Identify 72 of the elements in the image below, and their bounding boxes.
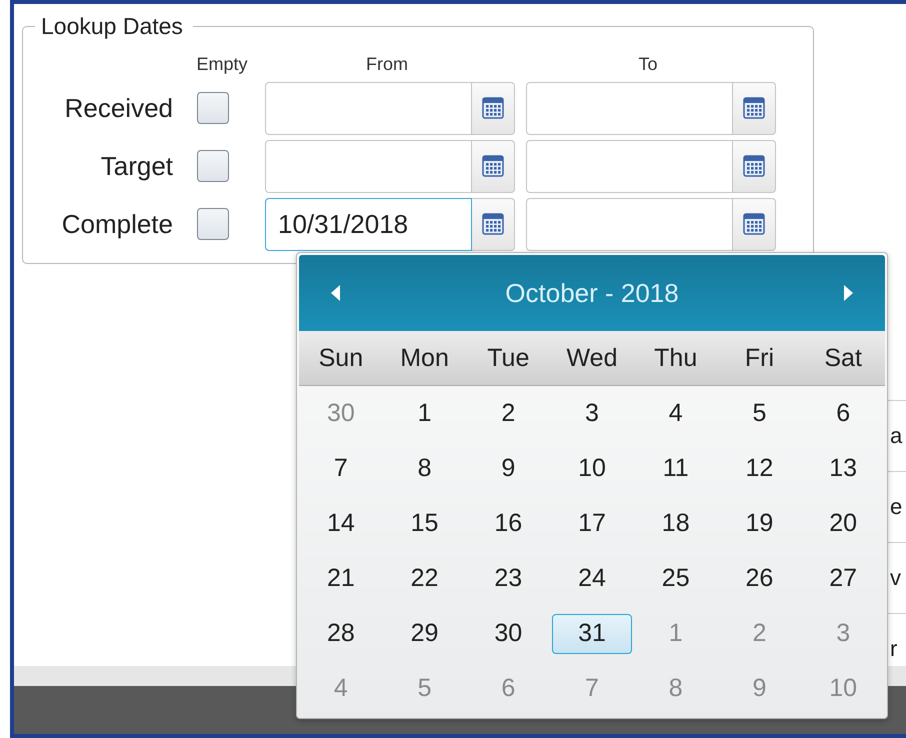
calendar-day[interactable]: 11 <box>636 448 716 488</box>
table-cell-text: v <box>889 565 901 591</box>
left-triangle-icon <box>331 285 340 301</box>
calendar-button[interactable] <box>733 198 776 250</box>
calendar-icon <box>743 97 765 119</box>
checkbox[interactable] <box>197 208 229 240</box>
month-title: October - 2018 <box>505 278 679 308</box>
column-header: From <box>365 54 409 74</box>
calendar-day[interactable]: 24 <box>552 558 632 598</box>
calendar-icon <box>482 155 504 177</box>
calendar-day[interactable]: 3 <box>552 394 632 434</box>
calendar-day[interactable]: 6 <box>803 394 884 434</box>
table-cell-text: e <box>889 494 902 520</box>
calendar-day[interactable]: 21 <box>300 558 381 598</box>
calendar-day[interactable]: 12 <box>719 448 800 488</box>
calendar-button[interactable] <box>733 82 776 134</box>
calendar-day[interactable]: 25 <box>636 558 716 598</box>
right-triangle-icon <box>844 285 853 301</box>
calendar-day[interactable]: 22 <box>384 558 465 598</box>
date-field[interactable] <box>526 198 733 250</box>
calendar-day[interactable]: 27 <box>803 558 884 598</box>
weekday-label: Fri <box>744 344 775 372</box>
date-field[interactable] <box>526 140 733 192</box>
date-field[interactable] <box>265 140 472 192</box>
weekday-label: Thu <box>653 344 698 372</box>
calendar-day[interactable]: 31 <box>552 614 632 654</box>
calendar-button[interactable] <box>472 82 515 134</box>
weekday-label: Tue <box>486 344 530 372</box>
calendar-day[interactable]: 28 <box>300 614 381 654</box>
calendar-day[interactable]: 13 <box>803 448 884 488</box>
calendar-button[interactable] <box>472 198 515 250</box>
calendar-day[interactable]: 30 <box>468 614 548 654</box>
table-cell-text: r <box>889 636 898 662</box>
calendar-day[interactable]: 17 <box>552 504 632 544</box>
calendar-icon <box>482 97 504 119</box>
calendar-button[interactable] <box>733 140 776 192</box>
calendar-day[interactable]: 15 <box>384 504 465 544</box>
weekday-label: Mon <box>399 344 450 372</box>
weekday-label: Wed <box>566 344 618 372</box>
calendar-icon <box>482 213 504 235</box>
column-header: To <box>637 54 658 74</box>
calendar-day[interactable]: 26 <box>719 558 800 598</box>
date-field[interactable] <box>265 82 472 134</box>
calendar-day[interactable]: 1 <box>384 394 465 434</box>
calendar-icon <box>743 213 765 235</box>
calendar-day[interactable]: 9 <box>468 448 548 488</box>
weekday-label: Sun <box>318 344 364 372</box>
calendar-day[interactable]: 23 <box>468 558 548 598</box>
calendar-day[interactable]: 10 <box>552 448 632 488</box>
calendar-day[interactable]: 18 <box>636 504 716 544</box>
calendar-day[interactable]: 7 <box>300 448 381 488</box>
table-cell-text: a <box>889 423 902 449</box>
calendar-day[interactable]: 8 <box>384 448 465 488</box>
row-label: Target <box>100 150 174 182</box>
calendar-day[interactable]: 29 <box>384 614 465 654</box>
calendar-day[interactable]: 16 <box>468 504 548 544</box>
calendar-day[interactable]: 14 <box>300 504 381 544</box>
calendar-day[interactable]: 20 <box>803 504 884 544</box>
calendar-day[interactable]: 5 <box>719 394 800 434</box>
calendar-day[interactable]: 4 <box>636 394 716 434</box>
calendar-button[interactable] <box>472 140 515 192</box>
date-field[interactable] <box>526 82 733 134</box>
row-label: Received <box>64 92 174 124</box>
checkbox[interactable] <box>197 150 229 182</box>
calendar-icon <box>743 155 765 177</box>
weekday-label: Sat <box>823 344 863 372</box>
column-header: Empty <box>195 54 248 74</box>
calendar-day[interactable]: 19 <box>719 504 800 544</box>
calendar-day[interactable]: 2 <box>468 394 548 434</box>
date-field[interactable]: 10/31/2018 <box>265 198 472 250</box>
row-label: Complete <box>60 208 174 240</box>
checkbox[interactable] <box>197 92 229 124</box>
